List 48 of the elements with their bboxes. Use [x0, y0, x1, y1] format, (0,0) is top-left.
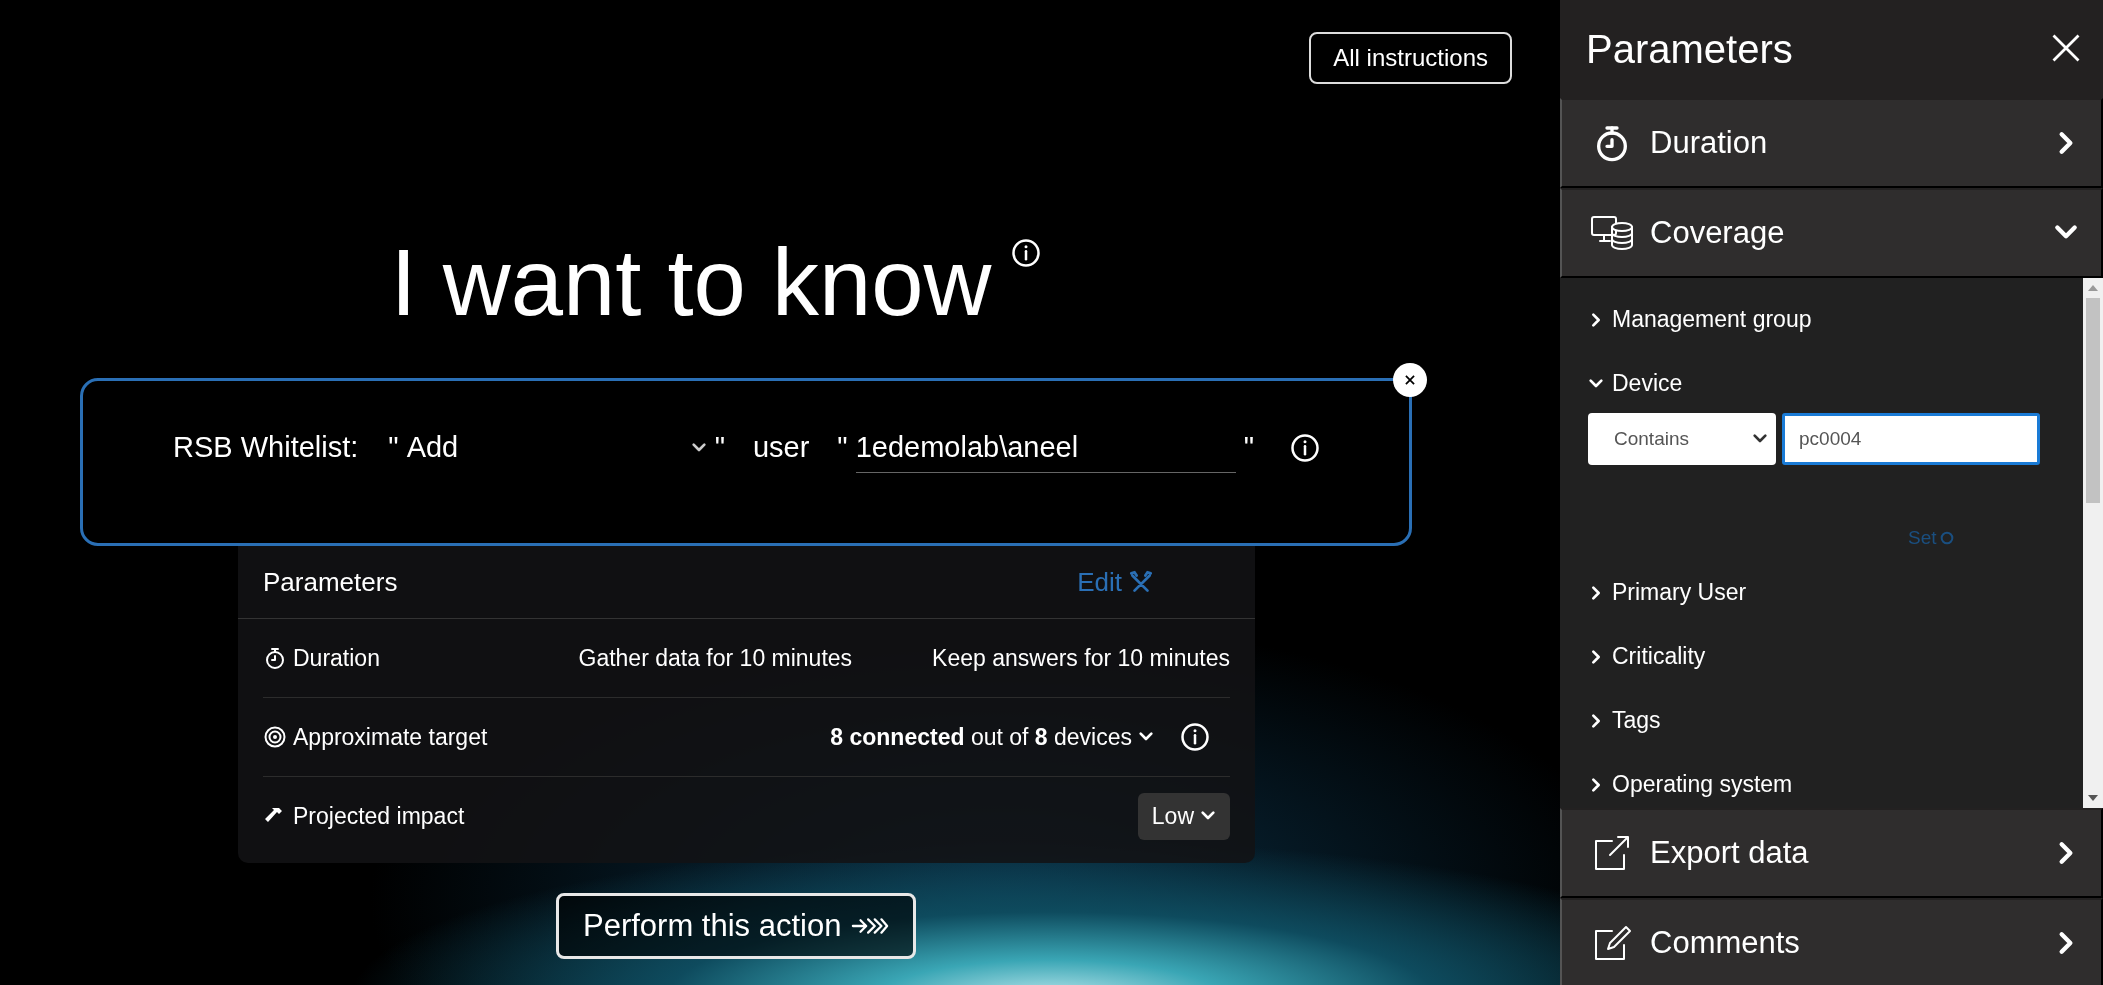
parameter-label: Projected impact: [293, 802, 465, 830]
filter-item[interactable]: Primary User: [1588, 579, 1747, 606]
operator-dropdown[interactable]: Contains: [1588, 413, 1776, 465]
action-dropdown[interactable]: Add: [406, 431, 707, 464]
filter-item[interactable]: Criticality: [1588, 643, 1706, 670]
page-heading: I want to know: [390, 236, 992, 330]
section-header[interactable]: Coverage: [1560, 188, 2103, 278]
all-instructions-button[interactable]: All instructions: [1309, 32, 1512, 84]
stopwatch-icon: [263, 646, 287, 670]
parameter-label: Approximate target: [293, 723, 488, 751]
computer-database-icon: [1590, 213, 1634, 253]
scroll-down-icon: [2088, 794, 2098, 802]
impact-dropdown[interactable]: Low: [1137, 792, 1230, 840]
filter-item[interactable]: Device: [1588, 370, 1683, 397]
close-icon: [2051, 32, 2081, 63]
quote-mark: ": [388, 431, 399, 464]
target-dropdown[interactable]: 8 connected out of 8 devices: [824, 722, 1160, 752]
quote-mark: ": [1243, 431, 1254, 464]
perform-action-button[interactable]: Perform this action: [556, 893, 917, 959]
info-icon: [1289, 433, 1320, 463]
scroll-up-icon: [2088, 284, 2098, 292]
tools-icon: [1128, 569, 1154, 595]
filter-input-field[interactable]: pc0004: [1782, 413, 2040, 465]
circle-icon: [1938, 530, 1955, 546]
panel-title: Parameters: [1586, 26, 1793, 72]
section-header[interactable]: Export data: [1560, 808, 2103, 898]
close-icon: [1403, 373, 1417, 387]
query-text: user: [752, 431, 810, 464]
card-title: Parameters: [263, 566, 398, 598]
quote-mark: ": [714, 431, 725, 464]
filter-item[interactable]: Operating system: [1588, 771, 1793, 798]
parameter-value: Keep answers for 10 minutes: [932, 644, 1230, 672]
section-header[interactable]: Comments: [1560, 898, 2103, 985]
scrollbar-thumb[interactable]: [2086, 298, 2100, 503]
scrollbar[interactable]: [2083, 278, 2103, 808]
query-label: RSB Whitelist:: [173, 431, 359, 464]
edit-button[interactable]: Edit: [1071, 565, 1160, 599]
info-icon: [1011, 238, 1042, 268]
target-icon: [263, 725, 287, 749]
filter-item[interactable]: Management group: [1588, 306, 1812, 333]
quote-mark: ": [837, 431, 848, 464]
parameter-value: Gather data for 10 minutes: [578, 644, 853, 672]
section-header[interactable]: Duration: [1560, 98, 2103, 188]
user-input-field[interactable]: 1edemolab\aneel: [855, 431, 1236, 473]
parameter-label: Duration: [293, 644, 380, 672]
filter-item[interactable]: Tags: [1588, 707, 1661, 734]
close-button[interactable]: [1393, 363, 1427, 397]
info-icon: [1180, 722, 1210, 752]
